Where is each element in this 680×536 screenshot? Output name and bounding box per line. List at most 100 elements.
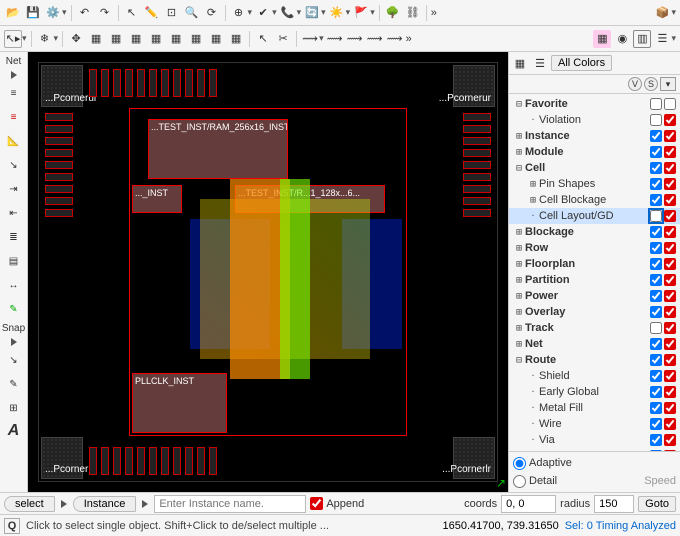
tree-row-track[interactable]: ⊞Track [509,320,680,336]
chevron-down-icon[interactable]: ▾ [370,7,375,18]
view4-icon[interactable]: ☰ [653,30,671,48]
chevron-right-icon[interactable] [11,71,17,79]
snap3-icon[interactable]: ⊞ [4,398,24,418]
chevron-down-icon[interactable]: ▾ [671,33,676,44]
zoom-in-icon[interactable]: 🔍 [183,4,201,22]
visible-checkbox[interactable] [650,370,662,382]
selectable-checkbox[interactable] [664,386,676,398]
tree-row-early-global[interactable]: ‧Early Global [509,384,680,400]
edit-icon[interactable]: ✏️ [143,4,161,22]
tree-row-via[interactable]: ‧Via [509,432,680,448]
instance-button[interactable]: Instance [73,496,137,512]
all-colors-button[interactable]: All Colors [551,55,612,71]
selectable-checkbox[interactable] [664,434,676,446]
place8-icon[interactable]: ▦ [227,30,245,48]
select-mode-button[interactable]: select [4,496,55,512]
selectable-checkbox[interactable] [664,130,676,142]
visible-checkbox[interactable] [650,402,662,414]
place5-icon[interactable]: ▦ [167,30,185,48]
expand-icon[interactable]: ⊞ [513,323,525,334]
route3-icon[interactable]: ⟿ [346,30,364,48]
place2-icon[interactable]: ▦ [107,30,125,48]
chevron-down-icon[interactable]: ▾ [272,7,277,18]
route2-icon[interactable]: ⟿ [326,30,344,48]
tree-row-floorplan[interactable]: ⊞Floorplan [509,256,680,272]
visible-checkbox[interactable] [650,210,662,222]
place7-icon[interactable]: ▦ [207,30,225,48]
align-icon[interactable]: ≣ [4,227,24,247]
panel-grid-icon[interactable]: ▦ [511,54,529,72]
selectable-checkbox[interactable] [664,226,676,238]
open-icon[interactable]: 📂 [4,4,22,22]
expand-icon[interactable]: ⊞ [513,307,525,318]
expand-icon[interactable]: ⊞ [513,291,525,302]
visible-checkbox[interactable] [650,418,662,430]
visible-checkbox[interactable] [650,226,662,238]
route5-icon[interactable]: ⟿ [386,30,404,48]
snap2-icon[interactable]: ✎ [4,374,24,394]
expand-icon[interactable]: ⊟ [513,355,525,366]
expand-icon[interactable]: ⊞ [513,243,525,254]
tree-row-cell-layout-gd[interactable]: ‧Cell Layout/GD [509,208,680,224]
tree-row-metal-fill[interactable]: ‧Metal Fill [509,400,680,416]
place4-icon[interactable]: ▦ [147,30,165,48]
tree-row-blockage[interactable]: ⊞Blockage [509,224,680,240]
layer1-icon[interactable]: ≡ [4,83,24,103]
visible-checkbox[interactable] [650,354,662,366]
refresh-icon[interactable]: ⟳ [203,4,221,22]
visible-checkbox[interactable] [650,306,662,318]
selectable-checkbox[interactable] [664,274,676,286]
visible-checkbox[interactable] [650,178,662,190]
expand-icon[interactable]: ‧ [527,419,539,430]
expand-toolbar2[interactable]: » [406,33,412,45]
chevron-down-icon[interactable]: ▾ [54,33,59,44]
route1-icon[interactable]: ⟿ [301,30,319,48]
goto-button[interactable]: Goto [638,496,676,512]
save-icon[interactable]: 💾 [24,4,42,22]
zoom-fit-icon[interactable]: ⊡ [163,4,181,22]
expand-icon[interactable]: ⊟ [513,99,525,110]
phone-icon[interactable]: 📞 [279,4,297,22]
visible-checkbox[interactable] [650,114,662,126]
check-icon[interactable]: ✔ [254,4,272,22]
chevron-right-icon[interactable] [11,338,17,346]
snowflake-icon[interactable]: ❄ [36,30,54,48]
selectable-checkbox[interactable] [664,146,676,158]
layer2-icon[interactable]: ≡ [4,107,24,127]
panel-list-icon[interactable]: ☰ [531,54,549,72]
visible-checkbox[interactable] [650,194,662,206]
chevron-down-icon[interactable]: ▾ [319,33,324,44]
selectable-checkbox[interactable] [664,178,676,190]
visible-checkbox[interactable] [650,274,662,286]
selectable-checkbox[interactable] [664,162,676,174]
chevron-down-icon[interactable]: ▾ [248,7,253,18]
visible-checkbox[interactable] [650,242,662,254]
chevron-down-icon[interactable]: ▾ [22,33,27,44]
expand-icon[interactable]: ⊞ [513,147,525,158]
chevron-right-icon[interactable] [61,500,67,508]
cursor2-icon[interactable]: ↖ [254,30,272,48]
tree-row-pin-shapes[interactable]: ⊞Pin Shapes [509,176,680,192]
tree-row-shield[interactable]: ‧Shield [509,368,680,384]
tree-row-wire[interactable]: ‧Wire [509,416,680,432]
expand-icon[interactable]: ‧ [527,387,539,398]
expand-icon[interactable]: ⊟ [513,163,525,174]
settings-icon[interactable]: ⚙️ [44,4,62,22]
tree-row-power[interactable]: ⊞Power [509,288,680,304]
selectable-checkbox[interactable] [664,338,676,350]
route4-icon[interactable]: ⟿ [366,30,384,48]
visible-checkbox[interactable] [650,162,662,174]
place3-icon[interactable]: ▦ [127,30,145,48]
tree-row-module[interactable]: ⊞Module [509,144,680,160]
coords-input[interactable] [501,495,556,513]
s-toggle[interactable]: S [644,77,658,91]
tree-row-cell-blockage[interactable]: ⊞Cell Blockage [509,192,680,208]
layout-canvas[interactable]: ...Pcornerul ...Pcornerur ...Pcornerll .… [28,52,508,492]
measure-icon[interactable]: ↔ [4,275,24,295]
place6-icon[interactable]: ▦ [187,30,205,48]
chevron-down-icon[interactable]: ▾ [321,7,326,18]
expand-icon[interactable]: ‧ [527,371,539,382]
expand-icon[interactable]: ‧ [527,211,539,222]
selectable-checkbox[interactable] [664,306,676,318]
place1-icon[interactable]: ▦ [87,30,105,48]
